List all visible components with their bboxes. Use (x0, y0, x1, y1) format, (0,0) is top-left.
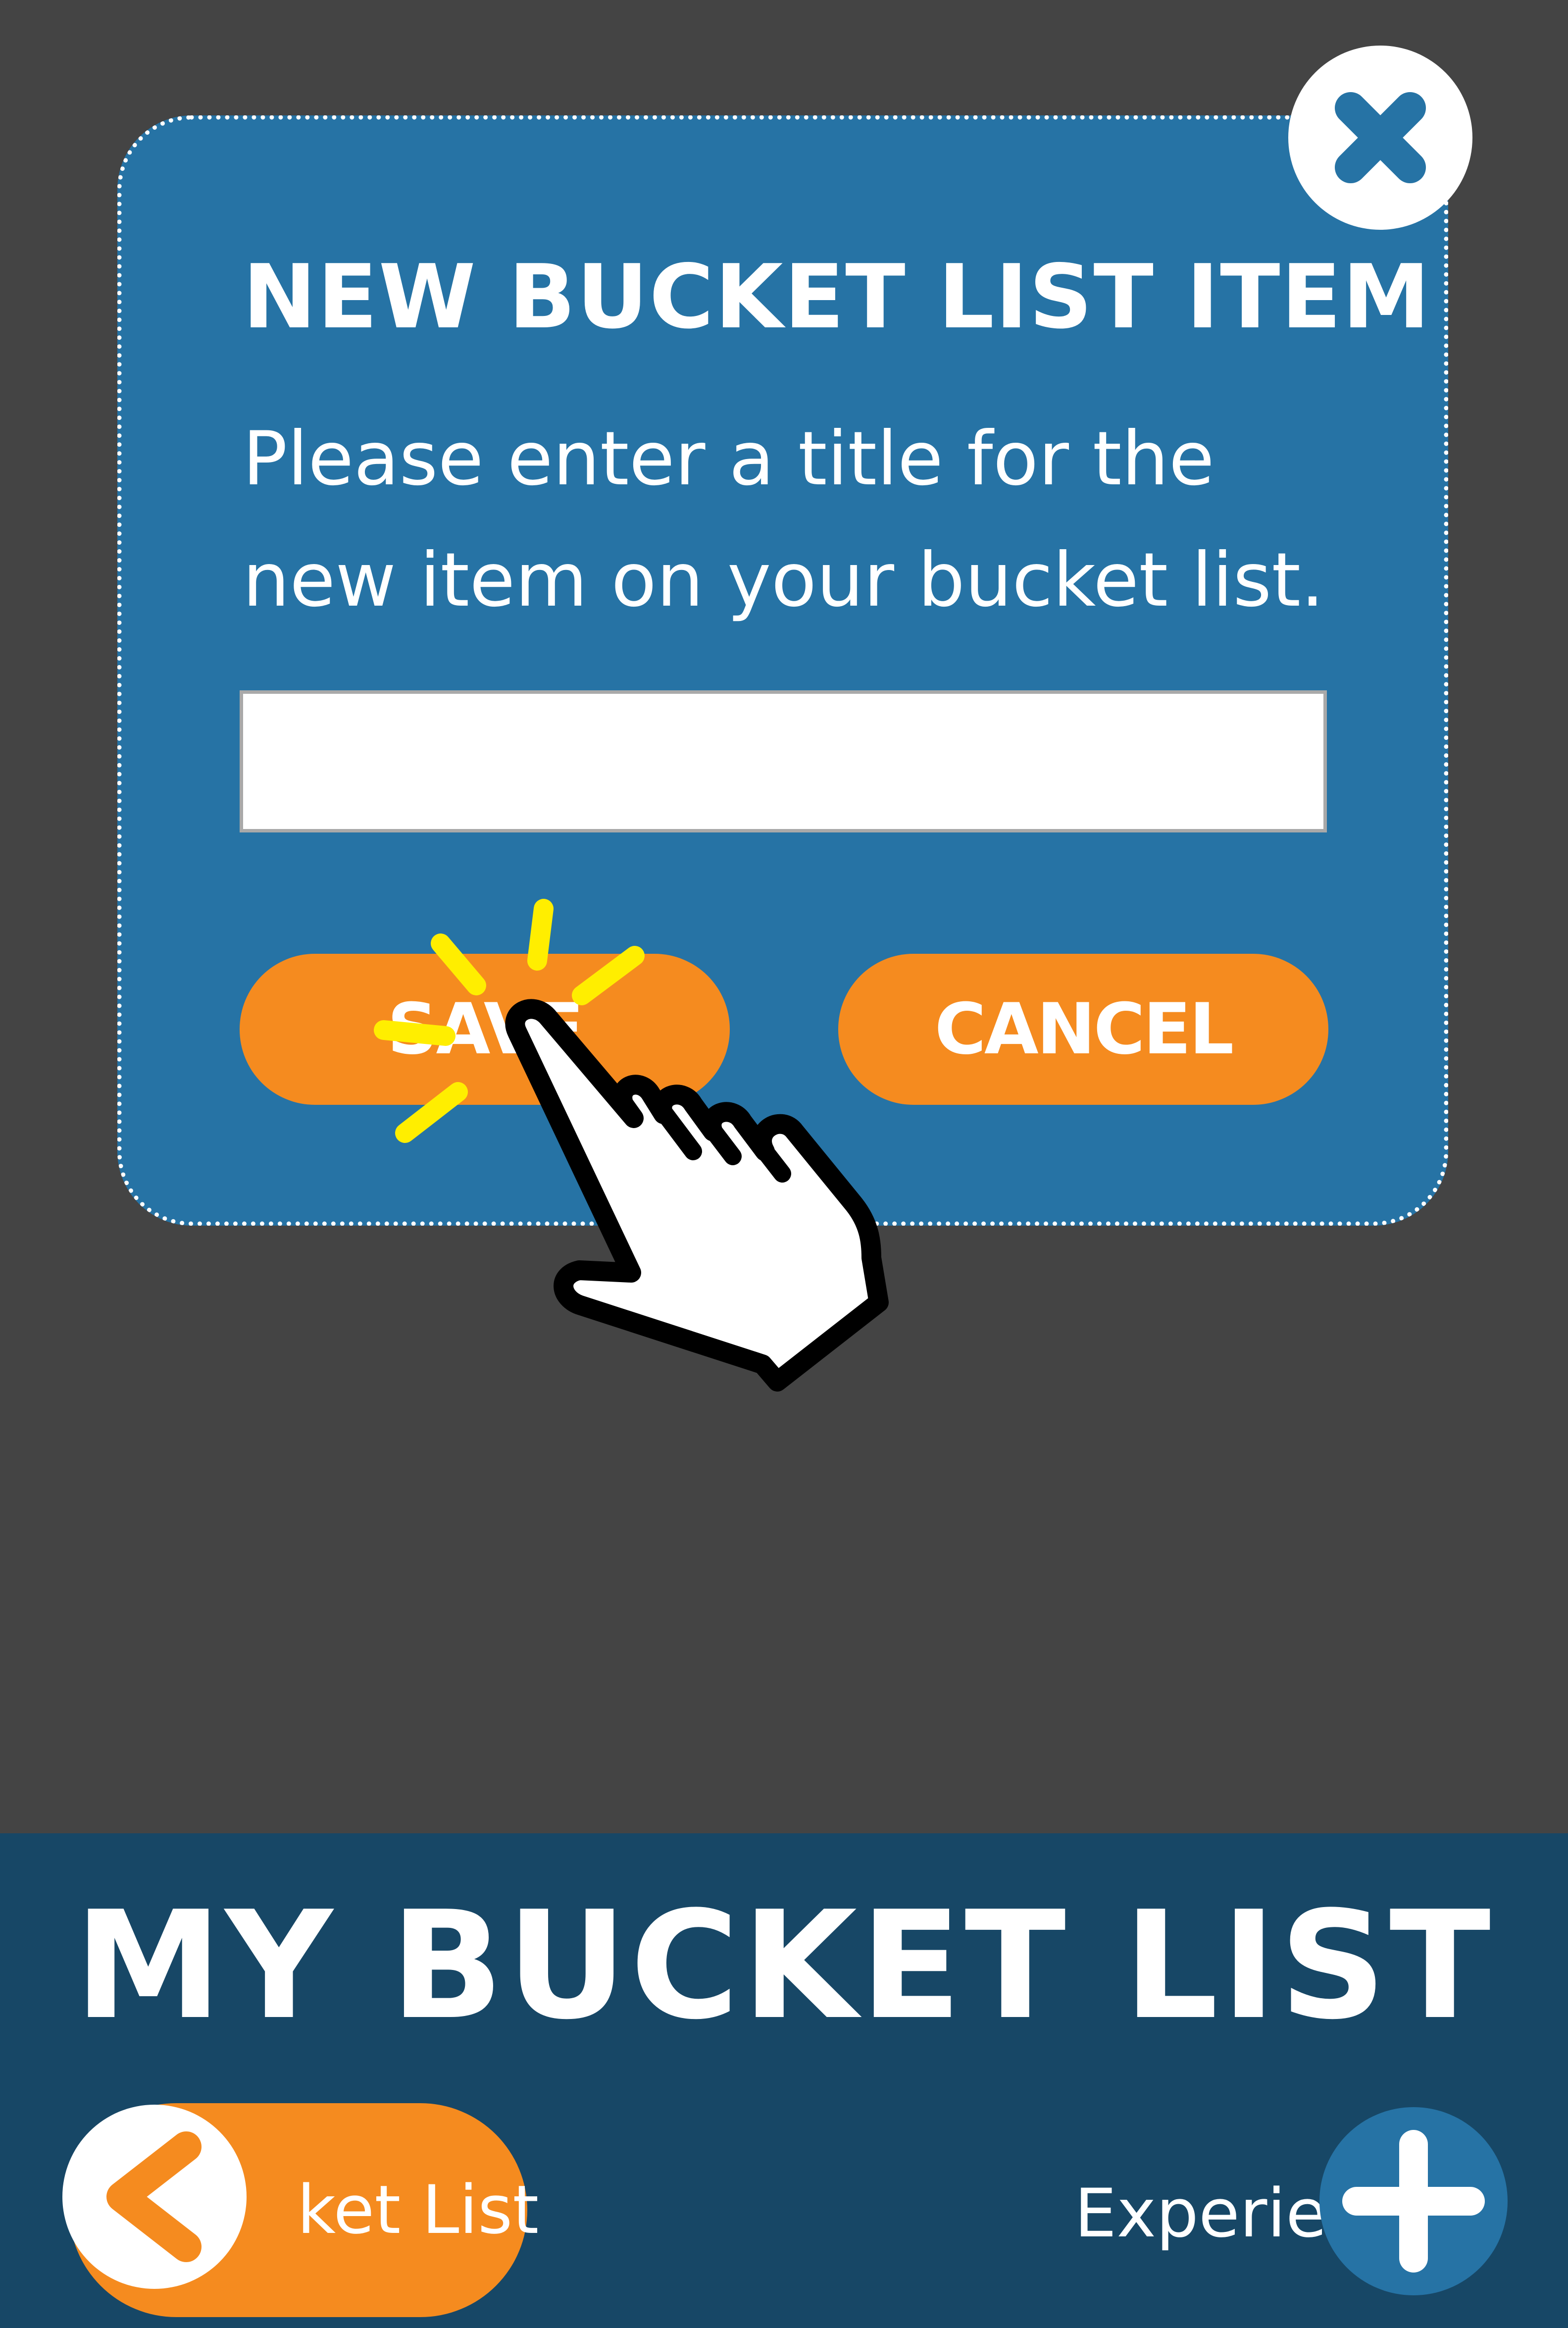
back-button-label: ket List (297, 2171, 539, 2249)
add-item-button[interactable] (1319, 2107, 1508, 2295)
close-x-icon (1335, 92, 1426, 183)
plus-icon (1342, 2130, 1485, 2273)
back-circle[interactable] (62, 2105, 247, 2289)
page-title: MY BUCKET LIST (74, 1879, 1494, 2052)
tap-hand-icon (374, 899, 889, 1392)
dialog-message: Please enter a title for the new item on… (243, 416, 1324, 623)
close-button[interactable] (1288, 46, 1472, 230)
dialog-title: NEW BUCKET LIST ITEM (243, 246, 1431, 348)
item-title-input[interactable] (240, 690, 1327, 832)
experiences-label[interactable]: Experien (1074, 2164, 1337, 2263)
app-screen: NEW BUCKET LIST ITEM Please enter a titl… (0, 0, 1568, 2328)
chevron-left-icon (106, 2131, 202, 2262)
